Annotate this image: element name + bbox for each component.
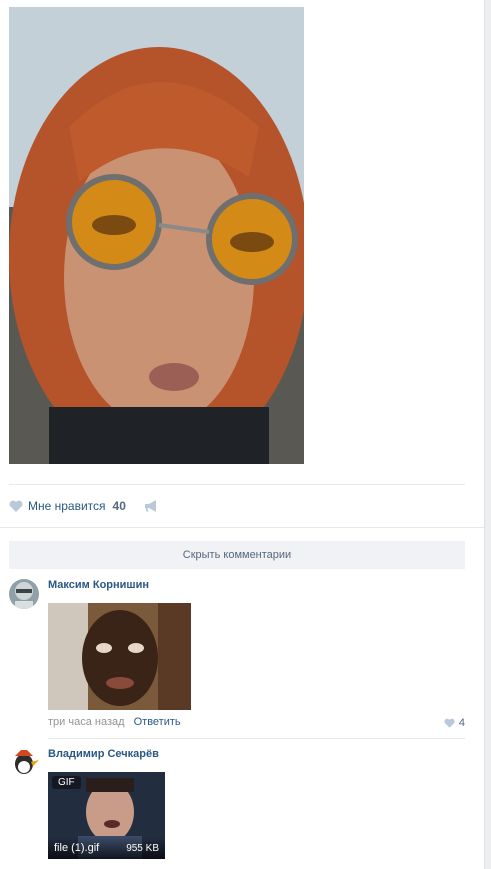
hide-comments-button[interactable]: Скрыть комментарии xyxy=(9,541,465,569)
like-button[interactable]: Мне нравится 40 xyxy=(9,499,126,513)
comment-item: Максим Корнишин три часа назад Ответить … xyxy=(9,579,465,739)
comment-author[interactable]: Максим Корнишин xyxy=(48,579,149,591)
divider xyxy=(48,738,465,739)
like-count: 40 xyxy=(112,499,126,513)
comment-meta: три часа назад Ответить xyxy=(48,716,181,728)
gif-attachment[interactable]: GIF file (1).gif 955 KB xyxy=(48,772,165,859)
comment-image xyxy=(48,603,191,710)
megaphone-icon xyxy=(144,500,156,512)
comment-photo[interactable] xyxy=(48,603,191,710)
avatar-image xyxy=(9,579,39,609)
gif-filename: file (1).gif xyxy=(54,842,100,854)
heart-icon xyxy=(444,718,455,728)
avatar[interactable] xyxy=(9,748,39,778)
gif-filesize: 955 KB xyxy=(126,843,159,854)
post-photo[interactable] xyxy=(9,7,304,464)
comment-time: три часа назад xyxy=(48,716,125,728)
comment-author[interactable]: Владимир Сечкарёв xyxy=(48,748,159,760)
portrait-image xyxy=(9,7,304,464)
avatar-image xyxy=(9,748,39,778)
divider xyxy=(9,484,465,485)
heart-icon xyxy=(9,500,23,512)
comment-like-count: 4 xyxy=(458,717,465,729)
reply-link[interactable]: Ответить xyxy=(134,716,181,728)
share-button[interactable] xyxy=(144,500,158,512)
divider xyxy=(0,527,484,528)
gif-badge: GIF xyxy=(52,776,81,789)
post-card: Мне нравится 40 Скрыть комментарии Макси… xyxy=(0,0,485,869)
post-actions: Мне нравится 40 xyxy=(9,497,158,515)
comment-like-button[interactable]: 4 xyxy=(444,717,465,729)
gif-footer: file (1).gif 955 KB xyxy=(48,837,165,859)
comment-item: Владимир Сечкарёв GIF file (1).gif 955 K… xyxy=(9,748,465,869)
avatar[interactable] xyxy=(9,579,39,609)
like-label: Мне нравится xyxy=(28,499,106,513)
